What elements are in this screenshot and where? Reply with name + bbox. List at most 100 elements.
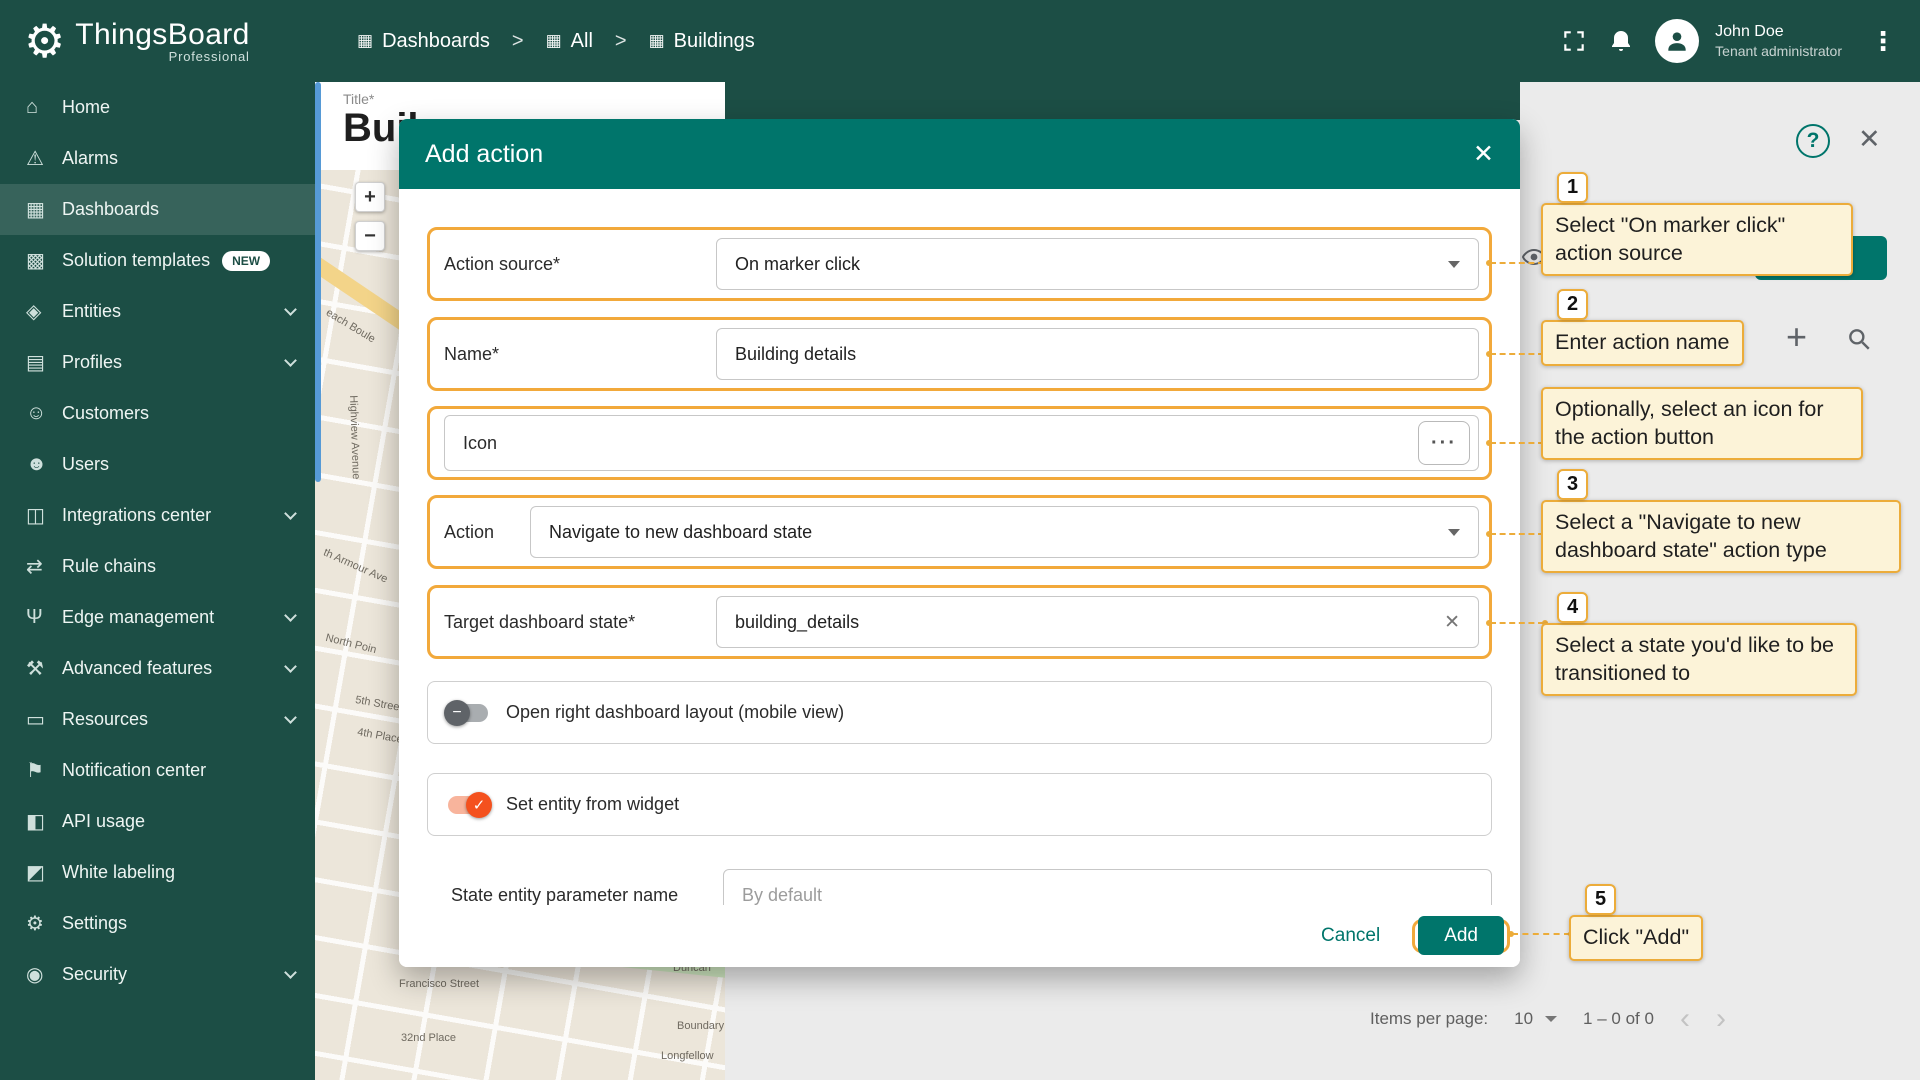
notifications-bell-icon[interactable] xyxy=(1609,28,1633,54)
home-icon: ⌂ xyxy=(26,96,62,119)
street-label: 32nd Place xyxy=(401,1032,456,1044)
dialog-footer: Cancel Add xyxy=(399,905,1520,967)
sidebar-item-security[interactable]: ◉ Security xyxy=(0,949,315,1000)
mobile-layout-row: Open right dashboard layout (mobile view… xyxy=(427,681,1492,744)
thingsboard-logo: ThingsBoard Professional xyxy=(0,18,315,64)
breadcrumb-all[interactable]: All xyxy=(546,30,593,53)
chevron-down-icon xyxy=(284,303,297,316)
mobile-layout-label: Open right dashboard layout (mobile view… xyxy=(506,702,844,723)
target-state-label: Target dashboard state* xyxy=(444,612,716,633)
pagination: Items per page: 10 1 – 0 of 0 xyxy=(1370,1004,1726,1034)
resources-icon: ▭ xyxy=(26,707,62,732)
sidebar-item-home[interactable]: ⌂ Home xyxy=(0,82,315,133)
cancel-button[interactable]: Cancel xyxy=(1303,917,1398,955)
sidebar-item-alarms[interactable]: ⚠ Alarms xyxy=(0,133,315,184)
more-menu-icon[interactable] xyxy=(1864,26,1902,57)
security-icon: ◉ xyxy=(26,962,62,987)
sidebar-item-api-usage[interactable]: ◧ API usage xyxy=(0,796,315,847)
sidebar-item-settings[interactable]: ⚙ Settings xyxy=(0,898,315,949)
brand-name: ThingsBoard xyxy=(75,18,250,52)
sidebar-item-label: API usage xyxy=(62,811,145,832)
sidebar-item-solution-templates[interactable]: ▩ Solution templates NEW xyxy=(0,235,315,286)
target-state-input[interactable]: building_details xyxy=(716,596,1479,648)
help-icon[interactable] xyxy=(1796,124,1830,158)
add-action-dialog: Add action Action source* On marker clic… xyxy=(399,119,1520,967)
action-value: Navigate to new dashboard state xyxy=(549,522,1448,543)
sidebar-item-label: Rule chains xyxy=(62,556,156,577)
sidebar-item-advanced-features[interactable]: ⚒ Advanced features xyxy=(0,643,315,694)
annotation-step-1: 1 Select "On marker click" action source xyxy=(1541,203,1853,276)
notification-center-icon: ⚑ xyxy=(26,758,62,783)
annotation-step-2-text: Enter action name xyxy=(1555,330,1730,354)
action-source-select[interactable]: On marker click xyxy=(716,238,1479,290)
mobile-layout-toggle[interactable] xyxy=(448,704,488,722)
dialog-title: Add action xyxy=(425,140,543,169)
sidebar-item-entities[interactable]: ◈ Entities xyxy=(0,286,315,337)
top-bar: ThingsBoard Professional Dashboards All … xyxy=(0,0,1920,82)
sidebar-item-label: Settings xyxy=(62,913,127,934)
action-select[interactable]: Navigate to new dashboard state xyxy=(530,506,1479,558)
sidebar-item-integrations-center[interactable]: ◫ Integrations center xyxy=(0,490,315,541)
fullscreen-icon[interactable] xyxy=(1561,28,1587,54)
sidebar-item-label: White labeling xyxy=(62,862,175,883)
annotation-step-2: 2 Enter action name xyxy=(1541,320,1744,366)
sidebar-item-label: Dashboards xyxy=(62,199,159,220)
sidebar-item-users[interactable]: ☻ Users xyxy=(0,439,315,490)
sidebar-item-label: Customers xyxy=(62,403,149,424)
next-page-icon[interactable] xyxy=(1716,1004,1726,1034)
breadcrumb-label: Dashboards xyxy=(382,30,490,53)
chevron-down-icon xyxy=(284,966,297,979)
connector-target-state xyxy=(1490,622,1544,624)
dashboards-icon: ▦ xyxy=(26,197,62,222)
sidebar-item-label: Notification center xyxy=(62,760,206,781)
entities-icon: ◈ xyxy=(26,299,62,324)
zoom-out-button[interactable]: − xyxy=(355,221,385,251)
state-param-placeholder: By default xyxy=(742,885,1473,906)
name-value: Building details xyxy=(735,344,1460,365)
annotation-step-4-number: 4 xyxy=(1557,592,1588,623)
action-field-highlight: Action Navigate to new dashboard state xyxy=(427,495,1492,569)
panel-close-icon[interactable] xyxy=(1858,124,1881,155)
profiles-icon: ▤ xyxy=(26,350,62,375)
sidebar-item-profiles[interactable]: ▤ Profiles xyxy=(0,337,315,388)
clear-icon[interactable] xyxy=(1444,611,1460,634)
add-button-highlight: Add xyxy=(1412,919,1510,953)
breadcrumb-dashboards[interactable]: Dashboards xyxy=(357,30,490,53)
sidebar-item-edge-management[interactable]: Ψ Edge management xyxy=(0,592,315,643)
user-avatar[interactable] xyxy=(1655,19,1699,63)
icon-field[interactable]: Icon xyxy=(444,415,1479,471)
sidebar-item-customers[interactable]: ☺ Customers xyxy=(0,388,315,439)
breadcrumb-buildings[interactable]: Buildings xyxy=(649,30,755,53)
name-input[interactable]: Building details xyxy=(716,328,1479,380)
dialog-close-icon[interactable] xyxy=(1473,139,1494,169)
search-icon[interactable] xyxy=(1846,326,1872,357)
alarms-icon: ⚠ xyxy=(26,146,62,171)
sidebar-item-resources[interactable]: ▭ Resources xyxy=(0,694,315,745)
chevron-down-icon xyxy=(284,711,297,724)
icon-more-button[interactable] xyxy=(1418,421,1470,465)
dialog-body: Action source* On marker click Name* Bui… xyxy=(399,189,1520,967)
items-per-page-select[interactable]: 10 xyxy=(1514,1009,1557,1029)
add-icon[interactable] xyxy=(1786,316,1807,358)
sidebar-item-rule-chains[interactable]: ⇄ Rule chains xyxy=(0,541,315,592)
solution-templates-icon: ▩ xyxy=(26,248,62,273)
sidebar-item-dashboards[interactable]: ▦ Dashboards xyxy=(0,184,315,235)
annotation-icon-hint-text: Optionally, select an icon for the actio… xyxy=(1555,397,1824,449)
chevron-down-icon xyxy=(284,609,297,622)
scrollbar[interactable] xyxy=(315,82,321,482)
set-entity-toggle[interactable] xyxy=(448,796,488,814)
target-state-field-highlight: Target dashboard state* building_details xyxy=(427,585,1492,659)
chevron-down-icon xyxy=(284,354,297,367)
sidebar-item-notification-center[interactable]: ⚑ Notification center xyxy=(0,745,315,796)
annotation-step-5-text: Click "Add" xyxy=(1583,925,1689,949)
previous-page-icon[interactable] xyxy=(1680,1004,1690,1034)
zoom-in-button[interactable]: + xyxy=(355,182,385,212)
annotation-step-4-text: Select a state you'd like to be transiti… xyxy=(1555,633,1834,685)
dashboard-group-icon xyxy=(546,31,562,51)
annotation-icon-hint: Optionally, select an icon for the actio… xyxy=(1541,387,1863,460)
sidebar-item-white-labeling[interactable]: ◩ White labeling xyxy=(0,847,315,898)
toggle-thumb xyxy=(466,792,492,818)
target-state-value: building_details xyxy=(735,612,1444,633)
add-button[interactable]: Add xyxy=(1418,916,1504,955)
sidebar-item-label: Alarms xyxy=(62,148,118,169)
